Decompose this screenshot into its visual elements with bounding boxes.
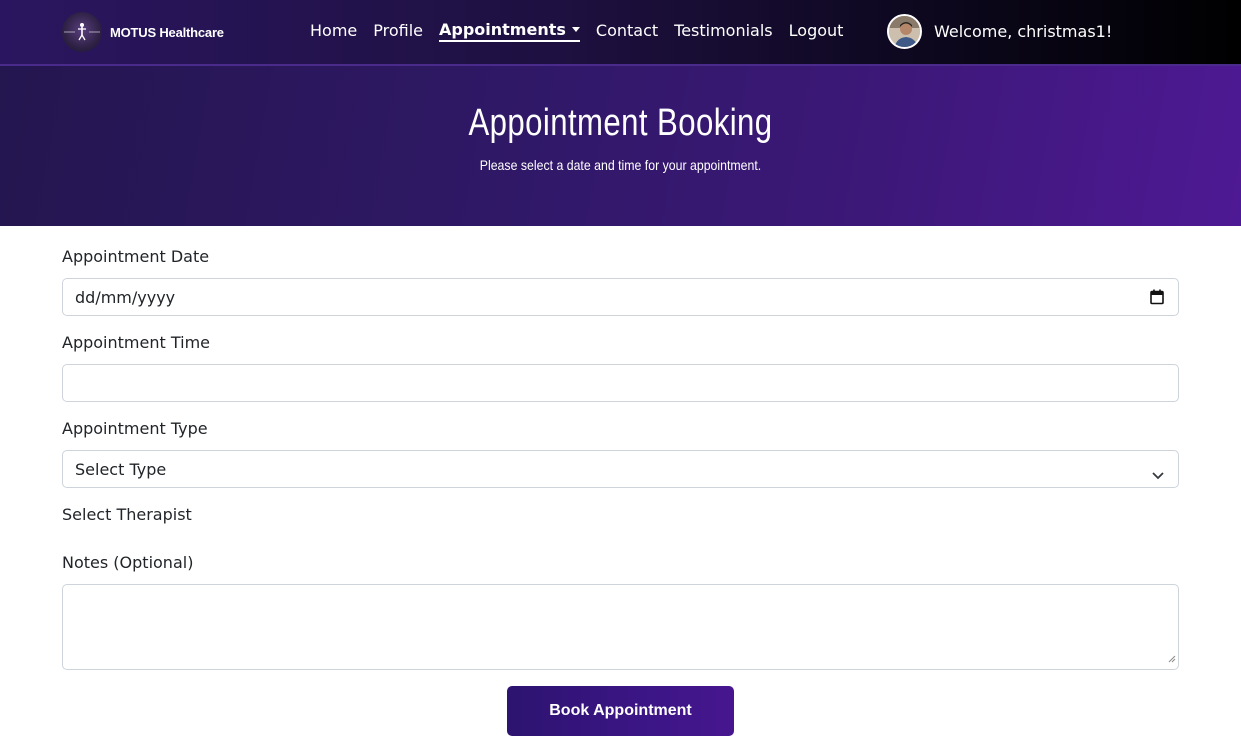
therapist-label: Select Therapist bbox=[62, 505, 192, 524]
nav-link-appointments[interactable]: Appointments bbox=[439, 19, 580, 42]
brand[interactable]: MOTUS Healthcare bbox=[62, 12, 224, 52]
navbar: MOTUS Healthcare Home Profile Appointmen… bbox=[0, 0, 1241, 66]
nav-links: Home Profile Appointments Contact Testim… bbox=[310, 20, 859, 42]
nav-link-logout[interactable]: Logout bbox=[789, 20, 844, 42]
nav-link-appointments-label: Appointments bbox=[439, 19, 566, 39]
notes-textarea[interactable] bbox=[62, 584, 1179, 670]
calendar-icon[interactable] bbox=[1150, 289, 1164, 309]
chevron-down-icon bbox=[1152, 465, 1164, 484]
caret-down-icon bbox=[571, 26, 580, 32]
time-input[interactable] bbox=[62, 364, 1179, 402]
page-subtitle: Please select a date and time for your a… bbox=[479, 157, 762, 173]
brand-name[interactable]: MOTUS Healthcare bbox=[110, 25, 224, 40]
nav-link-home[interactable]: Home bbox=[310, 20, 357, 42]
nav-link-contact[interactable]: Contact bbox=[596, 20, 658, 42]
notes-label: Notes (Optional) bbox=[62, 553, 194, 572]
type-select-value: Select Type bbox=[75, 459, 167, 479]
hero-banner: Appointment Booking Please select a date… bbox=[0, 66, 1241, 226]
avatar[interactable] bbox=[887, 14, 922, 49]
physio-figure-logo-icon bbox=[62, 12, 102, 52]
book-appointment-button[interactable]: Book Appointment bbox=[507, 686, 734, 736]
date-label: Appointment Date bbox=[62, 247, 210, 266]
resize-grip-icon[interactable] bbox=[1167, 648, 1176, 667]
time-label: Appointment Time bbox=[62, 333, 210, 352]
date-input-value: dd/mm/yyyy bbox=[75, 287, 176, 307]
nav-link-testimonials[interactable]: Testimonials bbox=[674, 20, 773, 42]
date-input[interactable]: dd/mm/yyyy bbox=[62, 278, 1179, 316]
type-label: Appointment Type bbox=[62, 419, 208, 438]
user-info: Welcome, christmas1! bbox=[887, 14, 1112, 49]
welcome-text: Welcome, christmas1! bbox=[934, 22, 1113, 41]
page-title: Appointment Booking bbox=[468, 102, 773, 144]
type-select[interactable]: Select Type bbox=[62, 450, 1179, 488]
nav-link-profile[interactable]: Profile bbox=[373, 20, 423, 42]
